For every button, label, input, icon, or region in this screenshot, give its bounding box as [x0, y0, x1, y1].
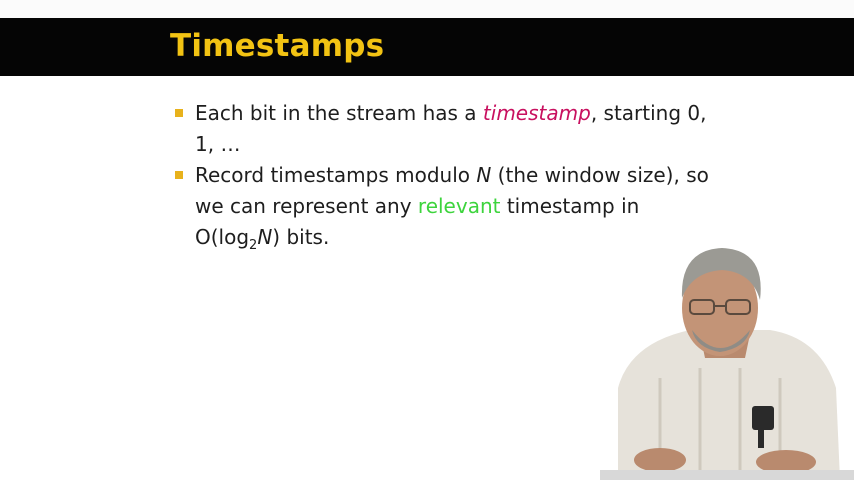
presenter-video: [600, 248, 854, 480]
title-bar: Timestamps: [0, 18, 854, 76]
bullet-list: Each bit in the stream has a timestamp, …: [175, 98, 715, 253]
relevant-highlight: relevant: [417, 194, 501, 218]
variable-n: N: [476, 163, 492, 187]
timestamp-emphasis: timestamp: [482, 101, 591, 125]
bullet-square-icon: [175, 109, 183, 117]
bullet-1-text: Each bit in the stream has a: [195, 101, 483, 125]
bullet-item-1: Each bit in the stream has a timestamp, …: [175, 98, 715, 160]
slide-title: Timestamps: [170, 28, 385, 64]
bullet-2-text: Record timestamps modulo: [195, 163, 477, 187]
bullet-2-end: ) bits.: [272, 225, 330, 249]
bullet-square-icon: [175, 171, 183, 179]
top-margin: [0, 0, 854, 18]
variable-n-2: N: [257, 225, 273, 249]
